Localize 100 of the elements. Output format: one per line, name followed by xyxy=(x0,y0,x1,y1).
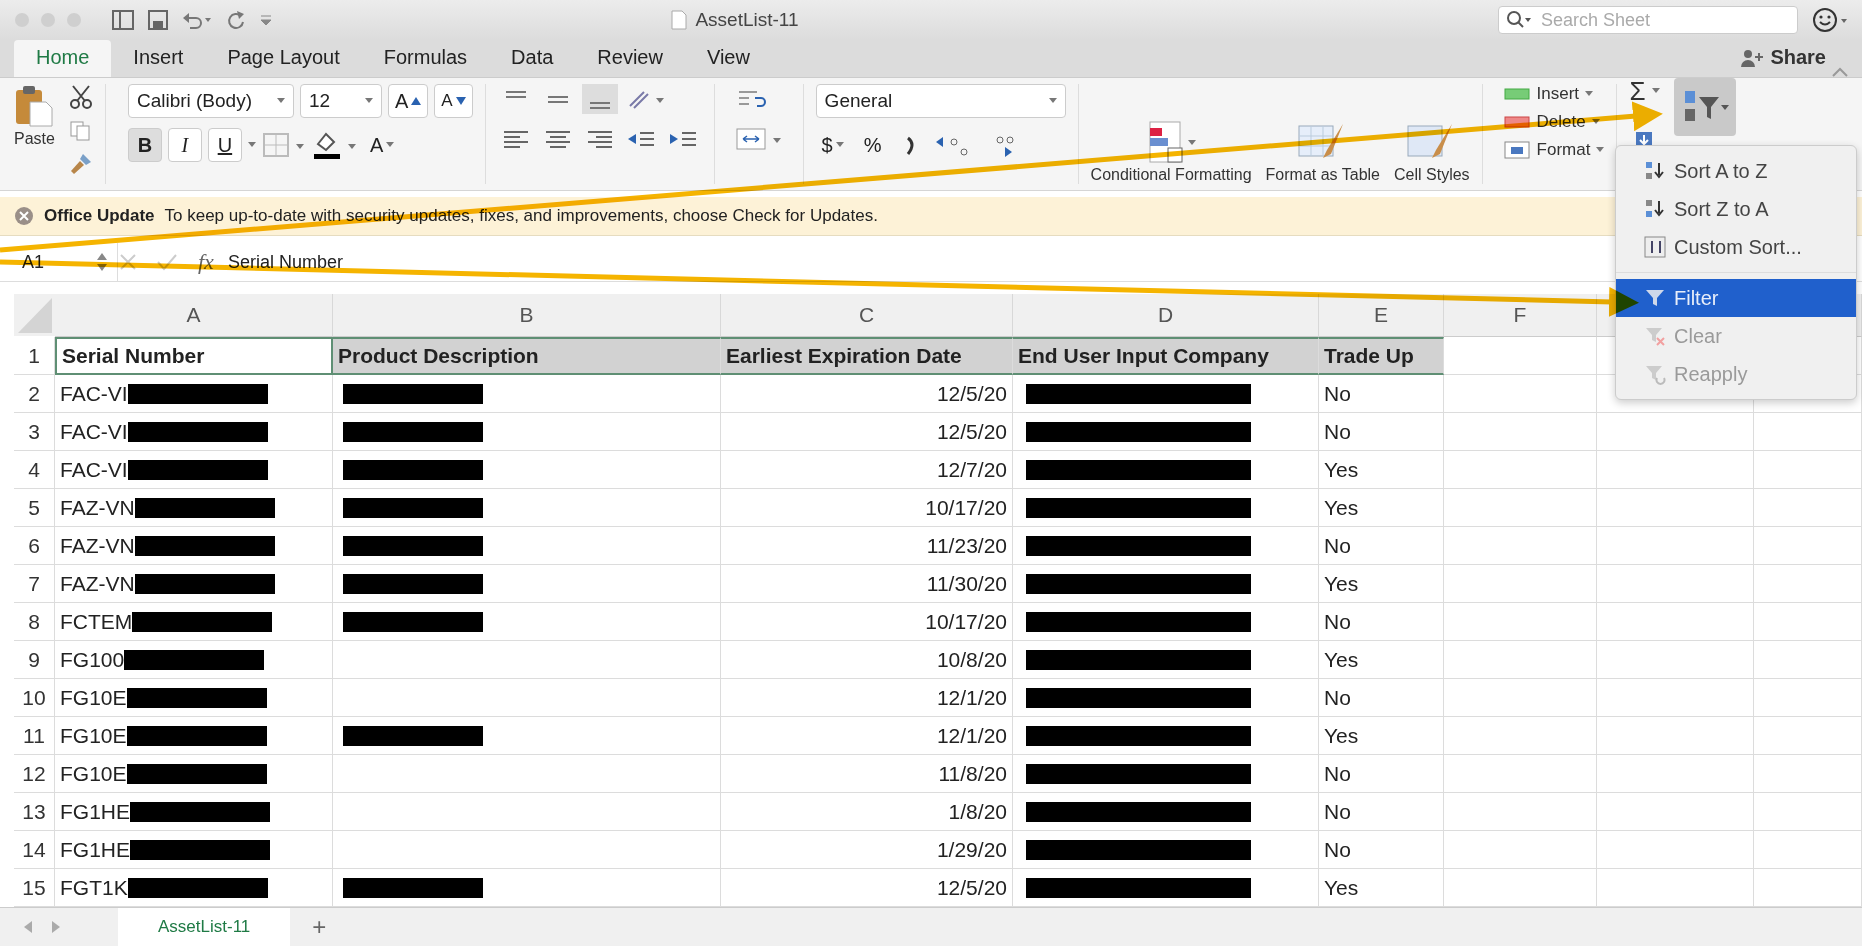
undo-icon[interactable] xyxy=(182,10,212,30)
row-number[interactable]: 14 xyxy=(14,831,55,869)
table-cell: Yes xyxy=(1319,451,1444,489)
conditional-formatting-button[interactable]: Conditional Formatting xyxy=(1090,119,1252,184)
sort-descending-icon[interactable] xyxy=(1644,198,1666,220)
ribbon-tab[interactable]: Data xyxy=(489,40,576,77)
underline-button[interactable]: U xyxy=(207,128,242,162)
clipboard-icon xyxy=(14,84,55,128)
share-button[interactable]: Share xyxy=(1734,45,1832,77)
table-cell: FG1HE xyxy=(55,793,333,831)
caret-icon[interactable] xyxy=(386,142,395,148)
table-cell: FG100 xyxy=(55,641,333,679)
autosum-button[interactable]: Σ xyxy=(1629,78,1660,104)
search-icon xyxy=(1506,10,1532,30)
insert-button[interactable]: Insert xyxy=(1502,84,1605,104)
format-button[interactable]: Format xyxy=(1502,140,1605,160)
redo-icon[interactable] xyxy=(226,10,246,30)
close-icon[interactable] xyxy=(14,206,34,226)
row-number[interactable]: 3 xyxy=(14,413,55,451)
number-format-dropdown[interactable]: General xyxy=(815,84,1066,118)
row-number[interactable]: 12 xyxy=(14,755,55,793)
sidebar-icon[interactable] xyxy=(112,10,134,30)
search-field[interactable]: Search Sheet xyxy=(1498,6,1798,34)
menu-item[interactable]: Sort A to Z xyxy=(1616,152,1856,190)
shrink-font-button[interactable]: A xyxy=(434,84,473,118)
caret-icon[interactable] xyxy=(835,142,844,148)
table-cell: 12/5/20 xyxy=(721,375,1013,413)
fill-color-icon[interactable] xyxy=(311,130,358,160)
ribbon-tab[interactable]: Insert xyxy=(111,40,206,77)
collapse-ribbon-icon[interactable] xyxy=(1832,67,1848,77)
sheet-tab[interactable]: AssetList-11 xyxy=(118,908,291,946)
document-icon xyxy=(671,10,688,30)
custom-sort-icon[interactable] xyxy=(1644,236,1666,258)
ribbon-tab[interactable]: View xyxy=(684,40,772,77)
caret-icon[interactable] xyxy=(1596,147,1605,153)
row-number[interactable]: 4 xyxy=(14,451,55,489)
confirm-icon[interactable] xyxy=(156,252,178,272)
ribbon-tab[interactable]: Home xyxy=(14,40,112,77)
row-number[interactable]: 5 xyxy=(14,489,55,527)
row-number[interactable]: 8 xyxy=(14,603,55,641)
row-number[interactable]: 10 xyxy=(14,679,55,717)
font-color-button[interactable]: A xyxy=(363,128,401,162)
smiley-icon[interactable] xyxy=(1812,7,1848,33)
menu-item[interactable]: Custom Sort... xyxy=(1616,228,1856,266)
filter-icon[interactable] xyxy=(1644,287,1666,309)
row-number[interactable]: 2 xyxy=(14,375,55,413)
table-cell: FG10E xyxy=(55,755,333,793)
down-triangle-icon xyxy=(455,97,466,105)
percent-button[interactable]: % xyxy=(855,128,890,162)
caret-icon[interactable] xyxy=(276,98,285,104)
bold-button[interactable]: B xyxy=(127,128,162,162)
sort-ascending-icon[interactable] xyxy=(1644,160,1666,182)
grow-font-button[interactable]: A xyxy=(387,84,429,118)
row-number[interactable]: 7 xyxy=(14,565,55,603)
column-header[interactable]: A xyxy=(55,294,333,337)
row-number[interactable]: 15 xyxy=(14,869,55,907)
caret-icon[interactable] xyxy=(1048,98,1057,104)
cell-styles-button[interactable]: Cell Styles xyxy=(1394,119,1470,184)
font-size-dropdown[interactable]: 12 xyxy=(299,84,382,118)
row-number[interactable]: 13 xyxy=(14,793,55,831)
table-cell: No xyxy=(1319,755,1444,793)
sort-filter-button[interactable] xyxy=(1673,78,1736,136)
menu-item[interactable]: Sort Z to A xyxy=(1616,190,1856,228)
row-number[interactable]: 1 xyxy=(14,337,55,375)
font-name-dropdown[interactable]: Calibri (Body) xyxy=(127,84,294,118)
paste-button[interactable]: Paste xyxy=(14,84,55,184)
row-number[interactable]: 11 xyxy=(14,717,55,755)
cut-icon[interactable] xyxy=(68,84,93,110)
menu-item[interactable]: Filter xyxy=(1616,279,1856,317)
cancel-icon[interactable] xyxy=(118,252,138,272)
format-painter-icon[interactable] xyxy=(68,152,93,176)
caret-icon[interactable] xyxy=(1651,88,1660,94)
table-cell: FGT1K xyxy=(55,869,333,907)
table-cell: Yes xyxy=(1319,489,1444,527)
stepper-icon[interactable] xyxy=(97,252,107,272)
ribbon-tab[interactable]: Formulas xyxy=(361,40,490,77)
table-cell: FAC-VI xyxy=(55,375,333,413)
ribbon-tab[interactable]: Review xyxy=(575,40,685,77)
caret-icon[interactable] xyxy=(1585,91,1594,97)
column-header[interactable]: B xyxy=(333,294,721,337)
italic-button[interactable]: I xyxy=(167,128,202,162)
ribbon-tab[interactable]: Page Layout xyxy=(205,40,362,77)
align-bottom-icon[interactable] xyxy=(581,84,618,114)
table-cell: 11/8/20 xyxy=(721,755,1013,793)
row-number[interactable]: 6 xyxy=(14,527,55,565)
column-header[interactable]: C xyxy=(721,294,1013,337)
name-box[interactable]: A1 xyxy=(22,251,45,273)
caret-icon[interactable] xyxy=(364,98,373,104)
row-number[interactable]: 9 xyxy=(14,641,55,679)
table-cell: FAC-VI xyxy=(55,451,333,489)
save-icon[interactable] xyxy=(148,10,168,30)
table-cell: Yes xyxy=(1319,717,1444,755)
caret-icon[interactable] xyxy=(247,142,256,148)
table-cell: Yes xyxy=(1319,565,1444,603)
column-header[interactable]: D xyxy=(1013,294,1319,337)
add-sheet-button[interactable]: + xyxy=(306,912,333,942)
delete-row-icon xyxy=(1502,113,1531,131)
format-as-table-button[interactable]: Format as Table xyxy=(1265,119,1380,184)
currency-button[interactable]: $ xyxy=(815,128,850,162)
customize-icon[interactable] xyxy=(260,14,272,26)
